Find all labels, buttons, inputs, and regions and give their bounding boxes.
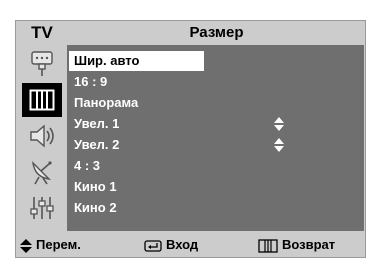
osd-screen: TV Размер Шир. авто 16: 9 Панорама Увел… (0, 0, 378, 265)
menu-item-wide-auto[interactable]: Шир. авто (69, 51, 204, 71)
up-down-arrows-icon (20, 238, 32, 253)
source-mode-label: TV (31, 23, 53, 42)
enter-icon (144, 239, 162, 252)
menu-item-zoom-1[interactable]: Увел. 1 (69, 114, 119, 134)
menu-icon (258, 238, 278, 253)
footer-move-hint: Перем. (20, 236, 81, 254)
menu-item-panorama[interactable]: Панорама (69, 93, 138, 113)
up-down-arrows-icon[interactable] (273, 116, 285, 132)
menu-item-4-3[interactable]: 4 : 3 (69, 156, 100, 176)
footer-move-label: Перем. (36, 237, 81, 252)
menu-item-cinema-2[interactable]: Кино 2 (69, 198, 117, 218)
sidebar-item-picture[interactable] (22, 83, 62, 117)
menu-title: Размер (189, 24, 244, 41)
sidebar-item-setup[interactable] (22, 191, 62, 225)
antenna-input-icon (31, 51, 53, 76)
picture-icon (29, 89, 55, 111)
menu-item-cinema-1[interactable]: Кино 1 (69, 177, 117, 197)
category-sidebar (20, 45, 64, 231)
satellite-dish-icon (32, 161, 52, 185)
menu-item-zoom-2[interactable]: Увел. 2 (69, 135, 119, 155)
size-options-list: Шир. авто 16 : 9 Панорама Увел. 1 Увел. … (67, 45, 364, 231)
footer-enter-label: Вход (166, 237, 199, 252)
osd-menu-frame: TV Размер Шир. авто 16: 9 Панорама Увел… (15, 20, 366, 258)
menu-header: TV Размер (16, 21, 365, 45)
sidebar-item-input[interactable] (22, 47, 62, 81)
up-down-arrows-icon[interactable] (273, 137, 285, 153)
menu-item-16-9[interactable]: 16 : 9 (69, 72, 107, 92)
footer-enter-hint: Вход (144, 236, 198, 254)
sound-icon (30, 124, 54, 148)
footer-return-hint: Возврат (258, 236, 335, 254)
menu-footer-help: Перем. Вход Возврат (16, 232, 365, 257)
equalizer-sliders-icon (30, 197, 54, 219)
sidebar-item-sound[interactable] (22, 119, 62, 153)
footer-return-label: Возврат (282, 237, 336, 252)
sidebar-item-channel[interactable] (22, 155, 62, 189)
